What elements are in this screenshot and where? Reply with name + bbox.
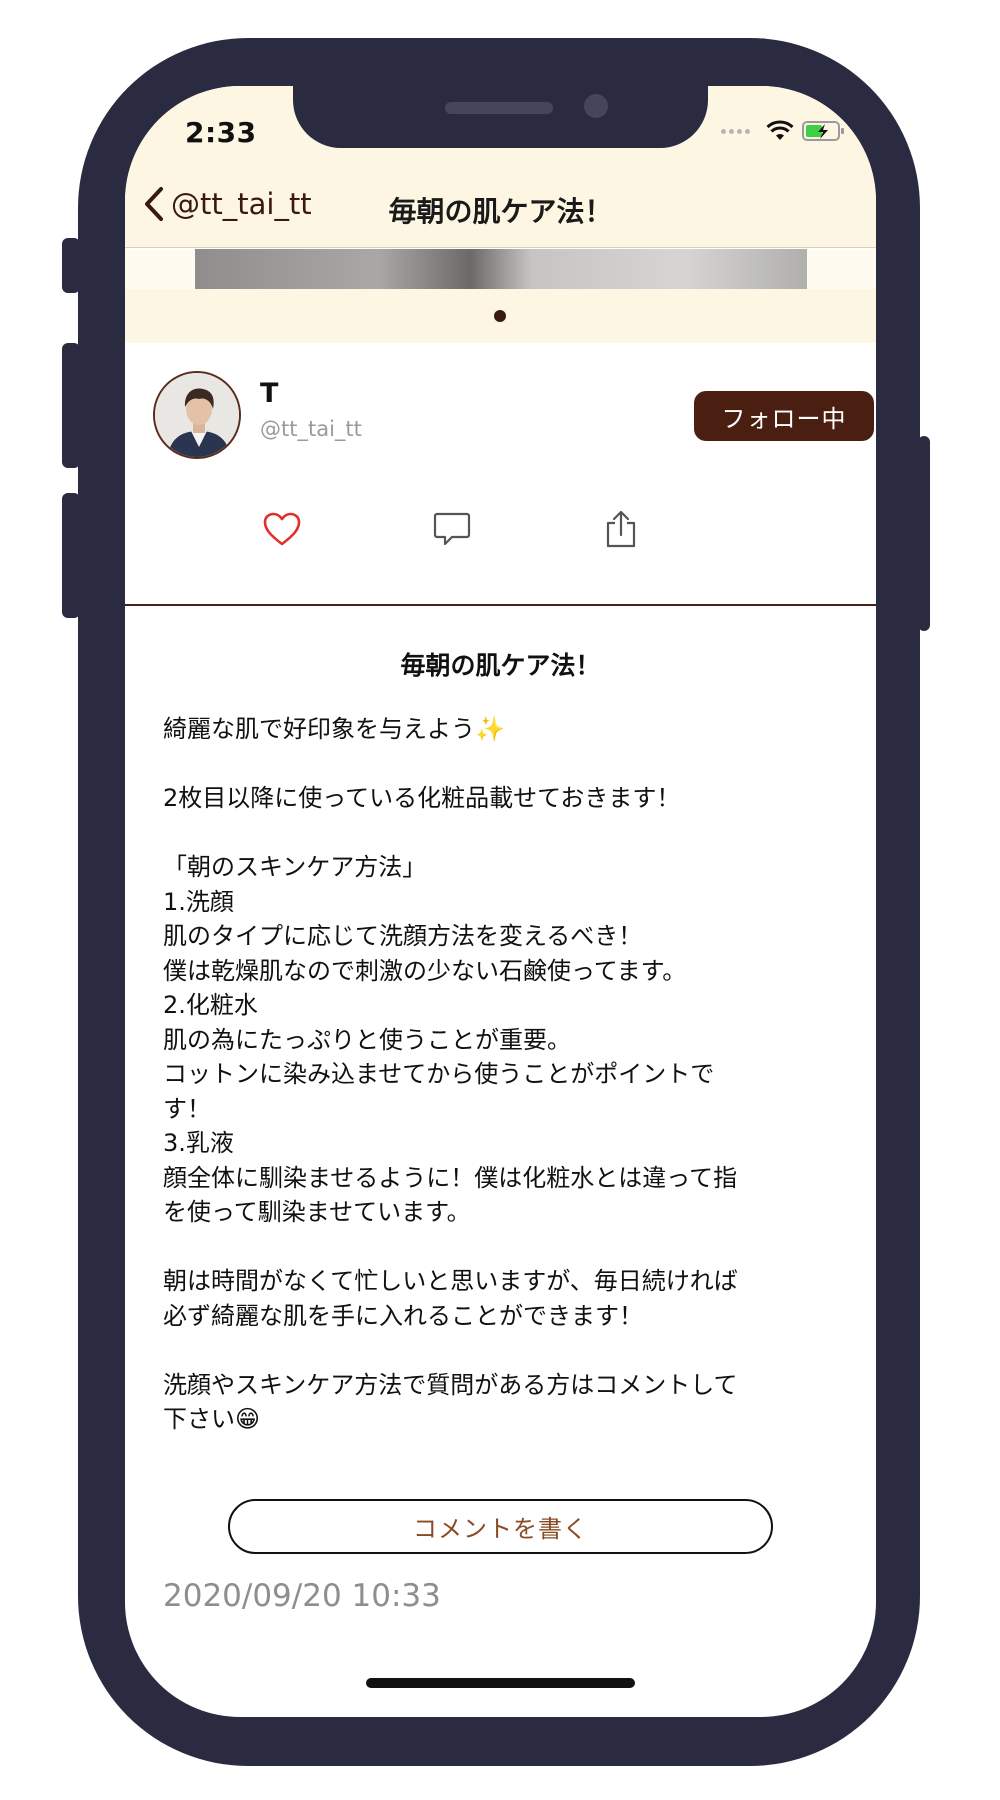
wifi-icon bbox=[766, 120, 794, 140]
author-name[interactable]: T bbox=[260, 378, 278, 409]
screen: 2:33 @tt_tai_tt 毎朝の肌ケア法！ T @tt_tai_tt フォ… bbox=[125, 86, 876, 1717]
share-button[interactable] bbox=[598, 506, 644, 552]
battery-charging-icon bbox=[802, 121, 844, 141]
post-title: 毎朝の肌ケア法！ bbox=[400, 651, 601, 680]
back-button[interactable]: @tt_tai_tt bbox=[143, 186, 312, 222]
following-button[interactable]: フォロー中 bbox=[694, 391, 874, 441]
speech-bubble-icon bbox=[433, 512, 471, 546]
page-indicator bbox=[125, 289, 876, 343]
post-body: 綺麗な肌で好印象を与えよう✨ 2枚目以降に使っている化粧品載せておきます！ 「朝… bbox=[163, 715, 738, 1433]
volume-up-button bbox=[62, 343, 80, 468]
share-icon bbox=[606, 510, 636, 548]
heart-icon bbox=[263, 512, 301, 546]
signal-dots-icon bbox=[721, 128, 750, 134]
photo-carousel[interactable] bbox=[125, 249, 876, 289]
avatar[interactable] bbox=[153, 371, 241, 459]
write-comment-button[interactable]: コメントを書く bbox=[228, 1499, 773, 1554]
power-button bbox=[918, 436, 930, 631]
mute-switch bbox=[62, 238, 80, 293]
front-camera bbox=[584, 94, 608, 118]
status-time: 2:33 bbox=[185, 116, 257, 149]
chevron-left-icon bbox=[145, 187, 163, 221]
post-date: 2020/09/20 10:33 bbox=[163, 1578, 441, 1614]
page-indicator-dot[interactable] bbox=[494, 310, 506, 322]
volume-down-button bbox=[62, 493, 80, 618]
back-label: @tt_tai_tt bbox=[171, 187, 312, 221]
author-handle[interactable]: @tt_tai_tt bbox=[260, 417, 362, 441]
home-indicator[interactable] bbox=[366, 1678, 635, 1688]
status-icons bbox=[721, 120, 846, 142]
notch bbox=[293, 86, 708, 148]
section-divider bbox=[125, 604, 876, 606]
like-button[interactable] bbox=[259, 506, 305, 552]
comment-button[interactable] bbox=[429, 506, 475, 552]
speaker bbox=[445, 102, 553, 114]
avatar-image bbox=[155, 373, 239, 457]
post-photo[interactable] bbox=[195, 249, 807, 289]
